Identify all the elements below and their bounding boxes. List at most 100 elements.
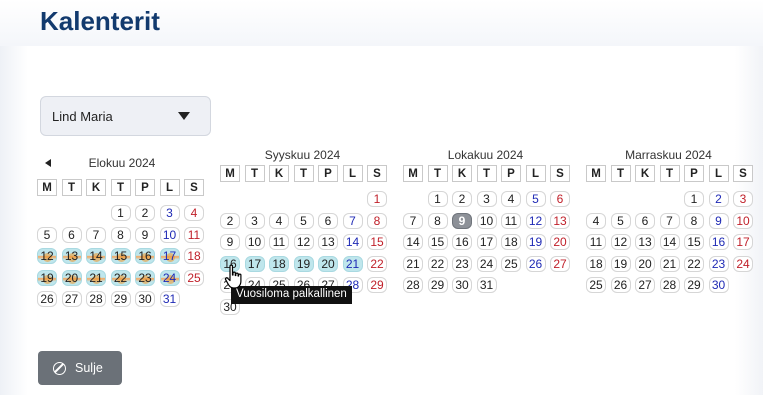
calendar-day[interactable]: 19 (37, 269, 57, 286)
calendar-day[interactable]: 11 (184, 226, 204, 243)
calendar-day[interactable]: 17 (476, 234, 497, 250)
calendar-day[interactable]: 20 (635, 255, 655, 272)
calendar-day[interactable]: 6 (635, 212, 655, 229)
calendar-day[interactable]: 14 (403, 234, 423, 250)
calendar-day[interactable]: 3 (476, 191, 497, 207)
calendar-day[interactable]: 12 (293, 234, 314, 250)
calendar-day[interactable]: 5 (610, 212, 631, 229)
calendar-day[interactable]: 26 (525, 255, 546, 272)
calendar-day[interactable]: 7 (659, 212, 680, 229)
calendar-day[interactable]: 15 (684, 234, 704, 250)
calendar-day[interactable]: 31 (476, 277, 497, 293)
calendar-day[interactable]: 17 (733, 234, 753, 250)
person-select[interactable]: Lind Maria (40, 96, 211, 136)
calendar-day[interactable]: 29 (110, 291, 131, 307)
calendar-day[interactable]: 2 (452, 191, 472, 207)
calendar-day[interactable]: 4 (586, 212, 606, 229)
calendar-day[interactable]: 10 (733, 212, 753, 229)
previous-month-icon[interactable] (45, 159, 51, 167)
calendar-day[interactable]: 1 (367, 191, 387, 207)
calendar-day[interactable]: 7 (342, 212, 363, 229)
calendar-day[interactable]: 16 (452, 234, 472, 250)
calendar-day[interactable]: 16 (135, 248, 155, 264)
calendar-day[interactable]: 21 (403, 255, 423, 272)
calendar-day[interactable]: 8 (367, 212, 387, 229)
calendar-day[interactable]: 23 (452, 255, 472, 272)
calendar-day[interactable]: 11 (586, 234, 606, 250)
calendar-day[interactable]: 8 (684, 212, 704, 229)
calendar-day[interactable]: 28 (86, 291, 106, 307)
calendar-day[interactable]: 6 (318, 212, 338, 229)
calendar-day[interactable]: 9 (708, 212, 729, 229)
calendar-day[interactable]: 21 (342, 255, 363, 272)
calendar-day[interactable]: 2 (135, 205, 155, 221)
calendar-day[interactable]: 25 (501, 255, 521, 272)
calendar-day[interactable]: 5 (37, 226, 57, 243)
calendar-day[interactable]: 27 (550, 255, 570, 272)
calendar-day[interactable]: 29 (367, 277, 387, 293)
calendar-day[interactable]: 9 (135, 226, 155, 243)
calendar-day[interactable]: 20 (318, 255, 338, 272)
calendar-day[interactable]: 28 (403, 277, 423, 293)
calendar-day[interactable]: 16 (708, 234, 729, 250)
calendar-day[interactable]: 1 (684, 191, 704, 207)
calendar-day[interactable]: 15 (110, 248, 131, 264)
calendar-day[interactable]: 12 (610, 234, 631, 250)
calendar-day[interactable]: 13 (318, 234, 338, 250)
calendar-day[interactable]: 22 (684, 255, 704, 272)
calendar-day[interactable]: 10 (159, 226, 180, 243)
calendar-day[interactable]: 21 (659, 255, 680, 272)
calendar-day[interactable]: 13 (61, 248, 82, 264)
calendar-day[interactable]: 18 (586, 255, 606, 272)
calendar-day[interactable]: 19 (610, 255, 631, 272)
calendar-day[interactable]: 6 (550, 191, 570, 207)
calendar-day[interactable]: 13 (635, 234, 655, 250)
calendar-day[interactable]: 4 (269, 212, 289, 229)
calendar-day[interactable]: 11 (269, 234, 289, 250)
calendar-day[interactable]: 4 (501, 191, 521, 207)
calendar-day[interactable]: 29 (427, 277, 448, 293)
calendar-day[interactable]: 1 (110, 205, 131, 221)
calendar-day[interactable]: 7 (403, 212, 423, 229)
calendar-day[interactable]: 31 (159, 291, 180, 307)
calendar-day[interactable]: 9 (220, 234, 240, 250)
calendar-day[interactable]: 21 (86, 269, 106, 286)
calendar-day[interactable]: 10 (476, 212, 497, 229)
calendar-day[interactable]: 22 (367, 255, 387, 272)
calendar-day[interactable]: 4 (184, 205, 204, 221)
calendar-day[interactable]: 28 (659, 277, 680, 293)
calendar-day[interactable]: 17 (159, 248, 180, 264)
calendar-day[interactable]: 23 (135, 269, 155, 286)
calendar-day[interactable]: 29 (684, 277, 704, 293)
calendar-day[interactable]: 30 (452, 277, 472, 293)
calendar-day[interactable]: 6 (61, 226, 82, 243)
calendar-day[interactable]: 14 (659, 234, 680, 250)
calendar-day[interactable]: 10 (244, 234, 265, 250)
calendar-day[interactable]: 2 (220, 212, 240, 229)
calendar-day[interactable]: 19 (293, 255, 314, 272)
calendar-day[interactable]: 26 (610, 277, 631, 293)
calendar-day[interactable]: 3 (244, 212, 265, 229)
calendar-day[interactable]: 5 (525, 191, 546, 207)
calendar-day[interactable]: 22 (110, 269, 131, 286)
calendar-day[interactable]: 3 (159, 205, 180, 221)
calendar-day[interactable]: 11 (501, 212, 521, 229)
calendar-day[interactable]: 25 (586, 277, 606, 293)
calendar-day[interactable]: 18 (501, 234, 521, 250)
calendar-day[interactable]: 25 (184, 269, 204, 286)
close-button[interactable]: Sulje (38, 351, 122, 385)
calendar-day[interactable]: 9 (452, 212, 472, 229)
calendar-day[interactable]: 5 (293, 212, 314, 229)
calendar-day[interactable]: 19 (525, 234, 546, 250)
calendar-day[interactable]: 15 (367, 234, 387, 250)
calendar-day[interactable]: 22 (427, 255, 448, 272)
calendar-day[interactable]: 20 (61, 269, 82, 286)
calendar-day[interactable]: 23 (708, 255, 729, 272)
calendar-day[interactable]: 14 (86, 248, 106, 264)
calendar-day[interactable]: 12 (525, 212, 546, 229)
calendar-day[interactable]: 17 (244, 255, 265, 272)
calendar-day[interactable]: 8 (110, 226, 131, 243)
calendar-day[interactable]: 18 (184, 248, 204, 264)
calendar-day[interactable]: 24 (159, 269, 180, 286)
calendar-day[interactable]: 12 (37, 248, 57, 264)
